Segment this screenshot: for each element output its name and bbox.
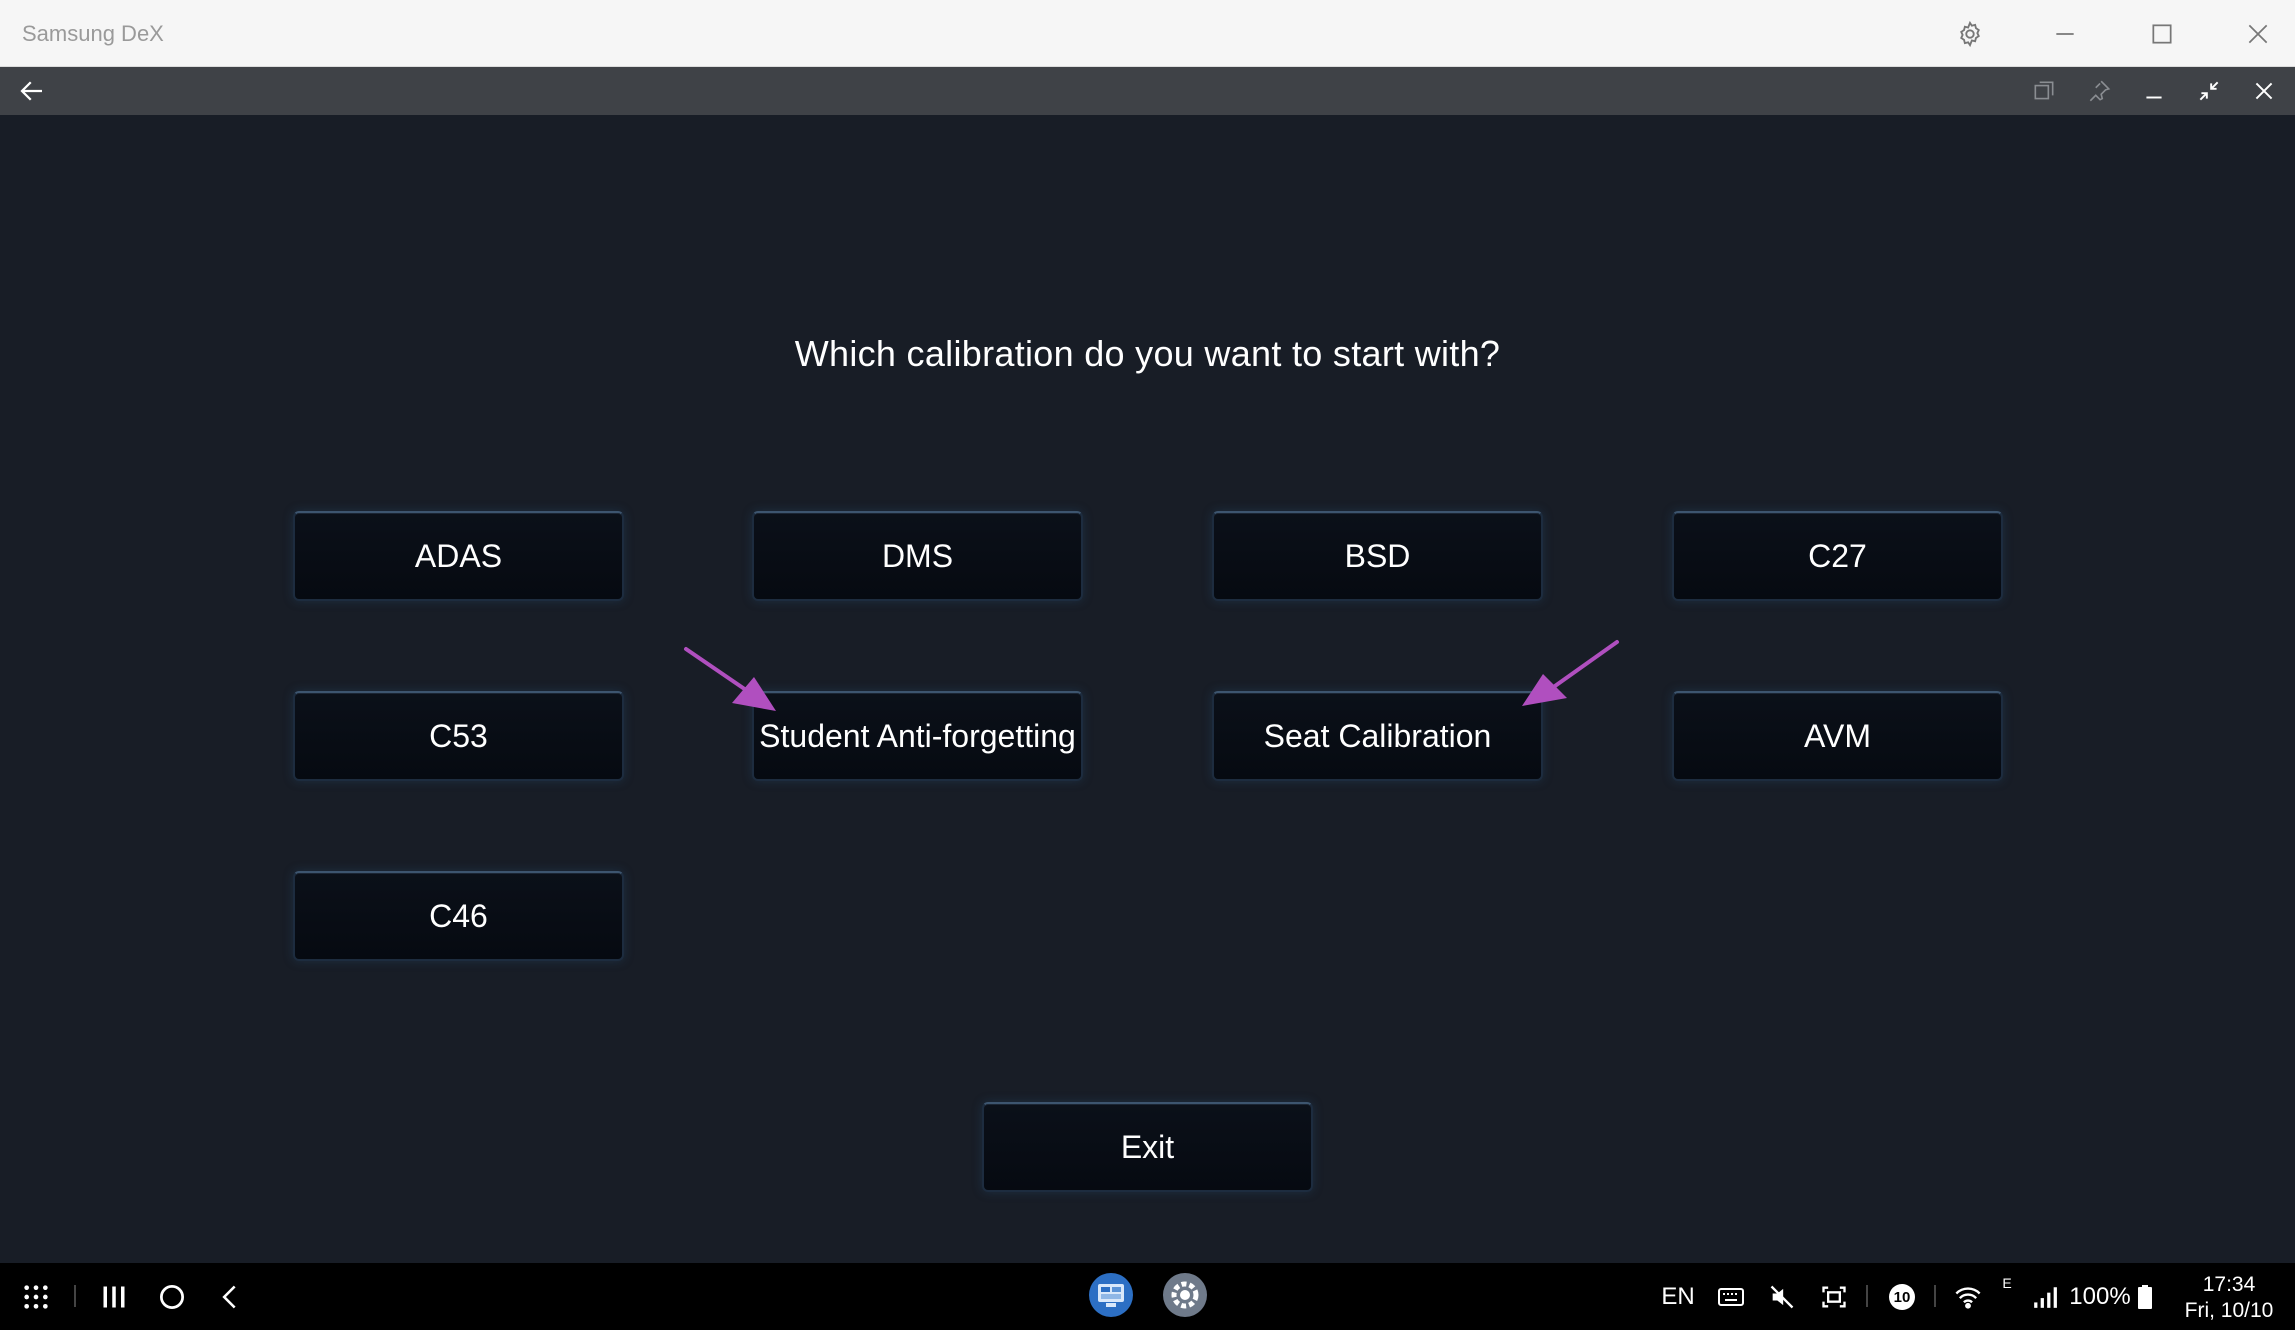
- student-anti-forgetting-button[interactable]: Student Anti-forgetting: [752, 691, 1083, 781]
- c27-button[interactable]: C27: [1672, 511, 2003, 601]
- network-type-label: E: [2002, 1275, 2012, 1291]
- notification-count-badge[interactable]: 10: [1884, 1281, 1920, 1313]
- close-window-button[interactable]: [2238, 14, 2278, 54]
- window-title: Samsung DeX: [22, 21, 164, 46]
- bsd-button[interactable]: BSD: [1212, 511, 1543, 601]
- settings-app-icon[interactable]: [1161, 1271, 1209, 1319]
- annotation-arrow-left: [680, 645, 780, 725]
- clock[interactable]: 17:34 Fri, 10/10: [2168, 1269, 2290, 1327]
- screen-capture-icon[interactable]: [1816, 1281, 1852, 1313]
- wifi-icon[interactable]: [1950, 1281, 1986, 1313]
- battery-icon[interactable]: [2134, 1281, 2156, 1313]
- calibration-selection-screen: Which calibration do you want to start w…: [0, 115, 2295, 1263]
- dex-taskbar: EN 10 E 100% 17:34 Fri, 10/10: [0, 1263, 2295, 1330]
- taskbar-divider: [1866, 1285, 1868, 1307]
- app-toolbar: [0, 67, 2295, 115]
- battery-percentage: 100%: [2069, 1283, 2131, 1310]
- pin-icon[interactable]: [2081, 73, 2117, 109]
- apps-grid-icon[interactable]: [18, 1281, 54, 1313]
- avm-button[interactable]: AVM: [1672, 691, 2003, 781]
- mute-icon[interactable]: [1764, 1281, 1800, 1313]
- close-app-icon[interactable]: [2246, 73, 2282, 109]
- back-arrow-icon[interactable]: [14, 73, 50, 109]
- window-title-bar: Samsung DeX: [0, 0, 2295, 67]
- taskbar-divider: [1934, 1285, 1936, 1307]
- minimize-window-button[interactable]: [2045, 14, 2085, 54]
- annotation-arrow-right: [1515, 638, 1619, 723]
- notification-count: 10: [1889, 1284, 1915, 1310]
- snap-window-icon[interactable]: [2026, 73, 2062, 109]
- clock-time: 17:34: [2202, 1273, 2256, 1296]
- adas-button[interactable]: ADAS: [293, 511, 624, 601]
- taskbar-divider: [74, 1285, 76, 1307]
- back-nav-icon[interactable]: [212, 1281, 248, 1313]
- dms-button[interactable]: DMS: [752, 511, 1083, 601]
- calibration-app-icon[interactable]: [1087, 1271, 1135, 1319]
- clock-date: Fri, 10/10: [2184, 1299, 2274, 1322]
- settings-gear-icon[interactable]: [1950, 14, 1990, 54]
- recent-apps-icon[interactable]: [96, 1281, 132, 1313]
- signal-strength-icon[interactable]: [2030, 1283, 2060, 1311]
- exit-button[interactable]: Exit: [982, 1102, 1313, 1192]
- minimize-app-icon[interactable]: [2136, 73, 2172, 109]
- restore-size-icon[interactable]: [2191, 73, 2227, 109]
- seat-calibration-button[interactable]: Seat Calibration: [1212, 691, 1543, 781]
- home-icon[interactable]: [154, 1281, 190, 1313]
- maximize-window-button[interactable]: [2142, 14, 2182, 54]
- language-indicator[interactable]: EN: [1656, 1281, 1700, 1313]
- c46-button[interactable]: C46: [293, 871, 624, 961]
- c53-button[interactable]: C53: [293, 691, 624, 781]
- keyboard-icon[interactable]: [1713, 1281, 1749, 1313]
- page-title: Which calibration do you want to start w…: [794, 333, 1501, 374]
